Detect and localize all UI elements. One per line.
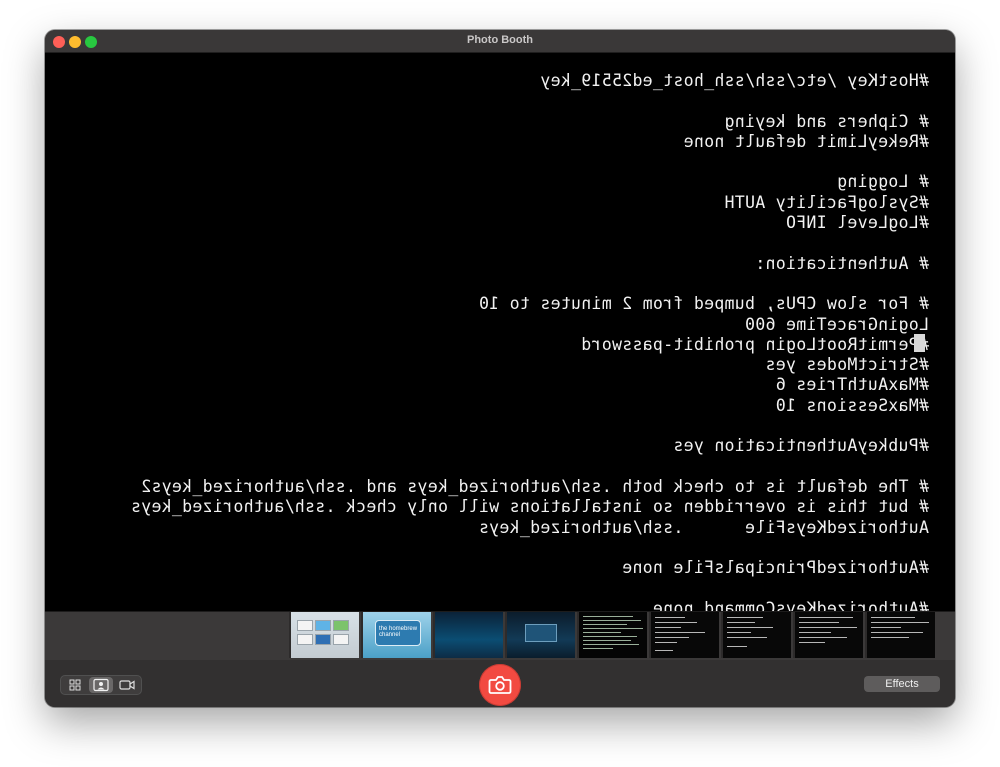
terminal-line: #LogLevel INFO xyxy=(785,213,929,233)
terminal-thumbnail xyxy=(867,612,935,658)
thumbnail-photo[interactable] xyxy=(505,612,575,658)
thumbnail-photo[interactable] xyxy=(289,612,359,658)
terminal-line: #PubkeyAuthentication yes xyxy=(673,436,929,456)
terminal-line: #AuthorizedKeysCommand none xyxy=(652,598,929,611)
terminal-thumbnail xyxy=(651,612,719,658)
video-mode-button[interactable] xyxy=(115,677,139,693)
camera-icon xyxy=(488,676,512,694)
take-photo-button[interactable] xyxy=(479,664,521,706)
terminal-line: #AuthorizedPrincipalsFile none xyxy=(621,558,929,578)
wii-menu-thumbnail xyxy=(291,612,359,658)
window-title: Photo Booth xyxy=(467,34,533,46)
terminal-line: # Logging xyxy=(836,172,929,192)
terminal-line: # Authentication: xyxy=(755,253,929,273)
camera-preview: #HostKey /etc/ssh/ssh_host_ed25519_key # … xyxy=(45,53,955,611)
grid-icon xyxy=(69,679,81,691)
thumbnail-photo[interactable] xyxy=(433,612,503,658)
terminal-line: #MaxSessions 10 xyxy=(775,395,929,415)
terminal-line: # Ciphers and keying xyxy=(724,111,929,131)
video-icon xyxy=(119,680,135,690)
mirrored-feed: #HostKey /etc/ssh/ssh_host_ed25519_key # … xyxy=(45,53,955,611)
terminal-text: #HostKey /etc/ssh/ssh_host_ed25519_key # … xyxy=(131,71,929,611)
blue-screen-thumbnail xyxy=(435,612,503,658)
bottom-toolbar: Effects xyxy=(45,660,955,707)
thumbnail-photo[interactable] xyxy=(577,612,647,658)
thumbnail-photo[interactable]: the homebrew channel xyxy=(361,612,431,658)
thumbnail-photo[interactable] xyxy=(865,612,935,658)
dialog-thumbnail xyxy=(507,612,575,658)
grid-view-button[interactable] xyxy=(63,677,87,693)
terminal-line: #PermitRootLogin prohibit-password xyxy=(581,334,929,354)
terminal-line: #MaxAuthTries 6 xyxy=(775,375,929,395)
thumbnail-photo[interactable] xyxy=(721,612,791,658)
terminal-line: #StrictModes yes xyxy=(765,355,929,375)
terminal-line: # The default is to check both .ssh/auth… xyxy=(140,476,929,496)
terminal-line: LoginGraceTime 600 xyxy=(744,314,929,334)
homebrew-thumbnail: the homebrew channel xyxy=(363,612,431,658)
terminal-line: AuthorizedKeysFile .ssh/authorized_keys xyxy=(478,517,929,537)
photo-booth-window: Photo Booth #HostKey /etc/ssh/ssh_host_e… xyxy=(45,30,955,707)
effects-button[interactable]: Effects xyxy=(864,676,940,692)
title-bar: Photo Booth xyxy=(45,30,955,53)
terminal-line: #RekeyLimit default none xyxy=(683,131,929,151)
terminal-line: #HostKey /etc/ssh/ssh_host_ed25519_key xyxy=(540,71,929,90)
terminal-thumbnail xyxy=(723,612,791,658)
terminal-thumbnail xyxy=(795,612,863,658)
portrait-icon xyxy=(93,678,109,692)
terminal-line: # but this is overridden so installation… xyxy=(130,497,929,517)
thumbnail-photo[interactable] xyxy=(649,612,719,658)
terminal-cursor xyxy=(914,334,925,352)
thumbnail-strip: the homebrew channel xyxy=(45,611,955,660)
terminal-line: #SyslogFacility AUTH xyxy=(724,192,929,212)
terminal-line: # For slow CPUs, bumped from 2 minutes t… xyxy=(478,294,929,314)
thumbnail-photo[interactable] xyxy=(793,612,863,658)
single-photo-button[interactable] xyxy=(89,677,113,693)
homebrew-label: the homebrew channel xyxy=(379,626,418,638)
view-mode-selector xyxy=(60,675,142,695)
terminal-thumbnail xyxy=(579,612,647,658)
